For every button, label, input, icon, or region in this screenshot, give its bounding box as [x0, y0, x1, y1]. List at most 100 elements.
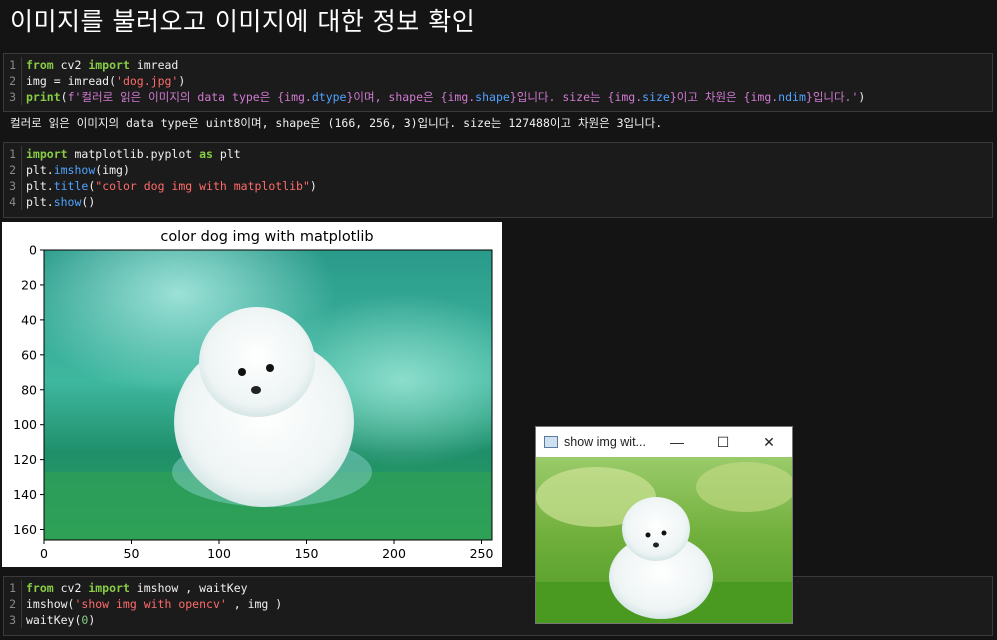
- operator: =: [53, 74, 61, 88]
- window-image: [536, 457, 792, 623]
- code-line: 2 img = imread('dog.jpg'): [4, 73, 992, 89]
- plot-image: [44, 250, 492, 540]
- x-tick-label: 200: [382, 546, 406, 561]
- fstring: {img.: [440, 90, 476, 104]
- identifier: plt.: [26, 195, 54, 209]
- fstring: }: [669, 90, 677, 104]
- y-axis: 0 20 40 60 80 100 120 140 160: [13, 243, 44, 537]
- line-number: 2: [4, 162, 22, 178]
- close-button[interactable]: ✕: [746, 434, 792, 451]
- code-line: 4 plt.show(): [4, 194, 992, 210]
- line-number: 3: [4, 89, 22, 105]
- fstring: }: [509, 90, 517, 104]
- window-titlebar[interactable]: show img wit... — ☐ ✕: [536, 427, 792, 457]
- paren: ): [88, 613, 96, 627]
- fstring: {img.: [607, 90, 643, 104]
- identifier: img: [26, 74, 54, 88]
- dog-head: [199, 307, 315, 417]
- code-line: 3 waitKey(0): [4, 612, 992, 628]
- identifier: plt: [212, 147, 241, 161]
- line-number: 1: [4, 57, 22, 73]
- attr: shape: [475, 90, 510, 104]
- call: waitKey(: [26, 613, 82, 627]
- function: imshow: [53, 163, 96, 177]
- string-literal: 'show img with opencv': [74, 597, 227, 611]
- x-tick-label: 50: [124, 546, 140, 561]
- paren: (: [60, 90, 68, 104]
- y-tick-label: 40: [21, 312, 37, 327]
- line-number: 1: [4, 580, 22, 596]
- fstring: {img.: [277, 90, 312, 104]
- code-line: 3 print(f'컬러로 읽은 이미지의 data type은 {img.dt…: [4, 89, 992, 105]
- fstring: 이고 차원은: [676, 90, 744, 104]
- plot-title: color dog img with matplotlib: [160, 229, 373, 245]
- function: show: [53, 195, 82, 209]
- y-tick-label: 80: [21, 382, 37, 397]
- x-tick-label: 0: [40, 546, 48, 561]
- code-line: 2 plt.imshow(img): [4, 162, 992, 178]
- code-line: 1 from cv2 import imread: [4, 57, 992, 73]
- opencv-window[interactable]: show img wit... — ☐ ✕: [536, 427, 792, 623]
- line-number: 4: [4, 194, 22, 210]
- identifier: imread: [129, 58, 179, 72]
- args: (img): [95, 163, 130, 177]
- x-tick-label: 150: [295, 546, 319, 561]
- fstring: f'컬러로 읽은 이미지의 data type은: [67, 90, 278, 104]
- keyword: import: [88, 58, 130, 72]
- module: cv2: [53, 58, 89, 72]
- string-literal: "color dog img with matplotlib": [95, 179, 310, 193]
- line-number: 1: [4, 146, 22, 162]
- y-tick-label: 0: [29, 243, 37, 258]
- attr: ndim: [778, 90, 806, 104]
- minimize-button[interactable]: —: [654, 434, 700, 450]
- call: imread(: [60, 74, 117, 88]
- code-cell-3[interactable]: 1 from cv2 import imshow , waitKey 2 ims…: [3, 576, 993, 636]
- call: imshow(: [26, 597, 75, 611]
- paren: ): [858, 90, 866, 104]
- fstring: 입니다. size는: [516, 90, 608, 104]
- paren: ): [178, 74, 186, 88]
- cell-output: 컬러로 읽은 이미지의 data type은 uint8이며, shape은 (…: [10, 116, 663, 130]
- keyword: from: [26, 58, 54, 72]
- attr: size: [642, 90, 670, 104]
- x-axis: 0 50 100 150 200 250: [40, 540, 493, 561]
- keyword: from: [26, 581, 54, 595]
- args: (): [81, 195, 96, 209]
- line-number: 2: [4, 596, 22, 612]
- args: , img ): [226, 597, 283, 611]
- code-line: 2 imshow('show img with opencv' , img ): [4, 596, 992, 612]
- function: title: [53, 179, 89, 193]
- fstring: {img.: [743, 90, 779, 104]
- y-tick-label: 60: [21, 347, 37, 362]
- window-app-icon: [544, 436, 558, 448]
- fstring: 입니다.': [812, 90, 859, 104]
- identifier: plt.: [26, 179, 54, 193]
- code-cell-1[interactable]: 1 from cv2 import imread 2 img = imread(…: [3, 53, 993, 112]
- code-line: 1 from cv2 import imshow , waitKey: [4, 580, 992, 596]
- line-number: 3: [4, 178, 22, 194]
- identifier: plt.: [26, 163, 54, 177]
- keyword: import: [26, 147, 68, 161]
- y-tick-label: 100: [13, 417, 37, 432]
- y-tick-label: 160: [13, 522, 37, 537]
- page-title: 이미지를 불러오고 이미지에 대한 정보 확인: [10, 7, 476, 36]
- y-tick-label: 120: [13, 452, 37, 467]
- paren: ): [309, 179, 317, 193]
- line-number: 3: [4, 612, 22, 628]
- attr: dtype: [311, 90, 347, 104]
- maximize-button[interactable]: ☐: [700, 434, 746, 451]
- plot-svg: color dog img with matplotlib 0 20 40 60 80 1…: [13, 229, 493, 561]
- builtin: print: [26, 90, 61, 104]
- identifier: imshow , waitKey: [129, 581, 248, 595]
- y-tick-label: 20: [21, 277, 37, 292]
- code-cell-2[interactable]: 1 import matplotlib.pyplot as plt 2 plt.…: [3, 142, 993, 218]
- line-number: 2: [4, 73, 22, 89]
- window-title: show img wit...: [564, 435, 646, 449]
- matplotlib-figure: color dog img with matplotlib 0 20 40 60 80 1…: [2, 222, 502, 567]
- x-tick-label: 100: [207, 546, 231, 561]
- y-tick-label: 140: [13, 487, 37, 502]
- x-tick-label: 250: [470, 546, 494, 561]
- keyword: as: [199, 147, 213, 161]
- fstring: 이며, shape은: [353, 90, 441, 104]
- code-line: 3 plt.title("color dog img with matplotl…: [4, 178, 992, 194]
